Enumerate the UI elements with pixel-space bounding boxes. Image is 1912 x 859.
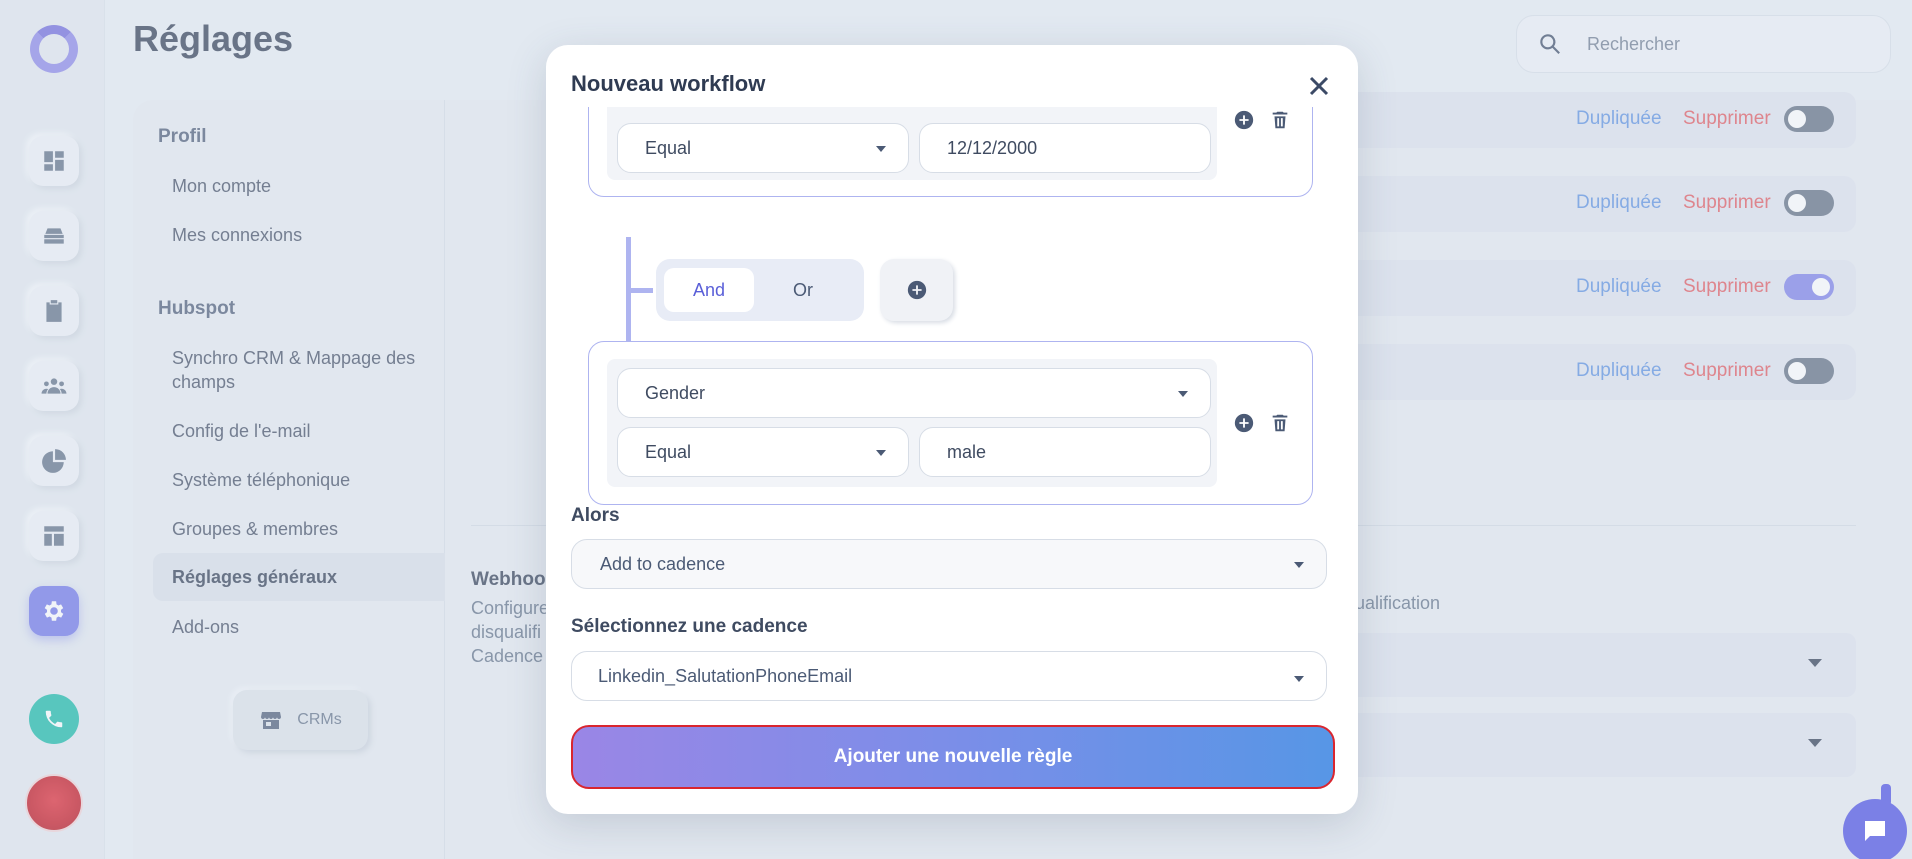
action-select[interactable]: Add to cadence <box>571 539 1327 589</box>
modal-title: Nouveau workflow <box>571 71 766 96</box>
plus-circle-icon[interactable] <box>1233 109 1255 131</box>
cadence-label: Sélectionnez une cadence <box>571 616 808 637</box>
and-option[interactable]: And <box>664 268 754 312</box>
value-input[interactable]: 12/12/2000 <box>919 123 1211 173</box>
add-rule-button[interactable]: Ajouter une nouvelle règle <box>571 725 1335 789</box>
conditions-area[interactable]: Equal 12/12/2000 And Or Gender Equal mal… <box>546 107 1358 527</box>
chat-bubble-icon[interactable] <box>1843 799 1907 859</box>
condition-box: Equal 12/12/2000 <box>607 107 1217 180</box>
close-icon[interactable] <box>1304 71 1334 101</box>
condition-group: Equal 12/12/2000 <box>588 107 1313 197</box>
value-text: 12/12/2000 <box>947 137 1038 158</box>
caret-down-icon <box>1178 391 1188 397</box>
caret-down-icon <box>876 450 886 456</box>
operator-value: Equal <box>645 441 692 462</box>
then-label: Alors <box>571 505 620 526</box>
caret-down-icon <box>1294 676 1304 682</box>
action-value: Add to cadence <box>600 553 726 574</box>
group-connector <box>631 288 653 293</box>
trash-icon[interactable] <box>1269 109 1291 131</box>
condition-box: Gender Equal male <box>607 359 1217 487</box>
trash-icon[interactable] <box>1269 412 1291 434</box>
operator-select[interactable]: Equal <box>617 123 909 173</box>
operator-select[interactable]: Equal <box>617 427 909 477</box>
logic-toggle[interactable]: And Or <box>656 259 864 321</box>
new-workflow-modal: Nouveau workflow Equal 12/12/2000 And Or… <box>546 45 1358 814</box>
cadence-select[interactable]: Linkedin_SalutationPhoneEmail <box>571 651 1327 701</box>
condition-group: Gender Equal male <box>588 341 1313 505</box>
operator-value: Equal <box>645 137 692 158</box>
caret-down-icon <box>1294 562 1304 568</box>
field-value: Gender <box>645 382 706 403</box>
caret-down-icon <box>876 146 886 152</box>
plus-circle-icon <box>907 280 926 300</box>
value-text: male <box>947 441 987 462</box>
field-select[interactable]: Gender <box>617 368 1211 418</box>
add-condition-button[interactable] <box>880 259 953 321</box>
cadence-value: Linkedin_SalutationPhoneEmail <box>598 665 853 686</box>
or-option[interactable]: Or <box>758 268 848 312</box>
plus-circle-icon[interactable] <box>1233 412 1255 434</box>
value-input[interactable]: male <box>919 427 1211 477</box>
